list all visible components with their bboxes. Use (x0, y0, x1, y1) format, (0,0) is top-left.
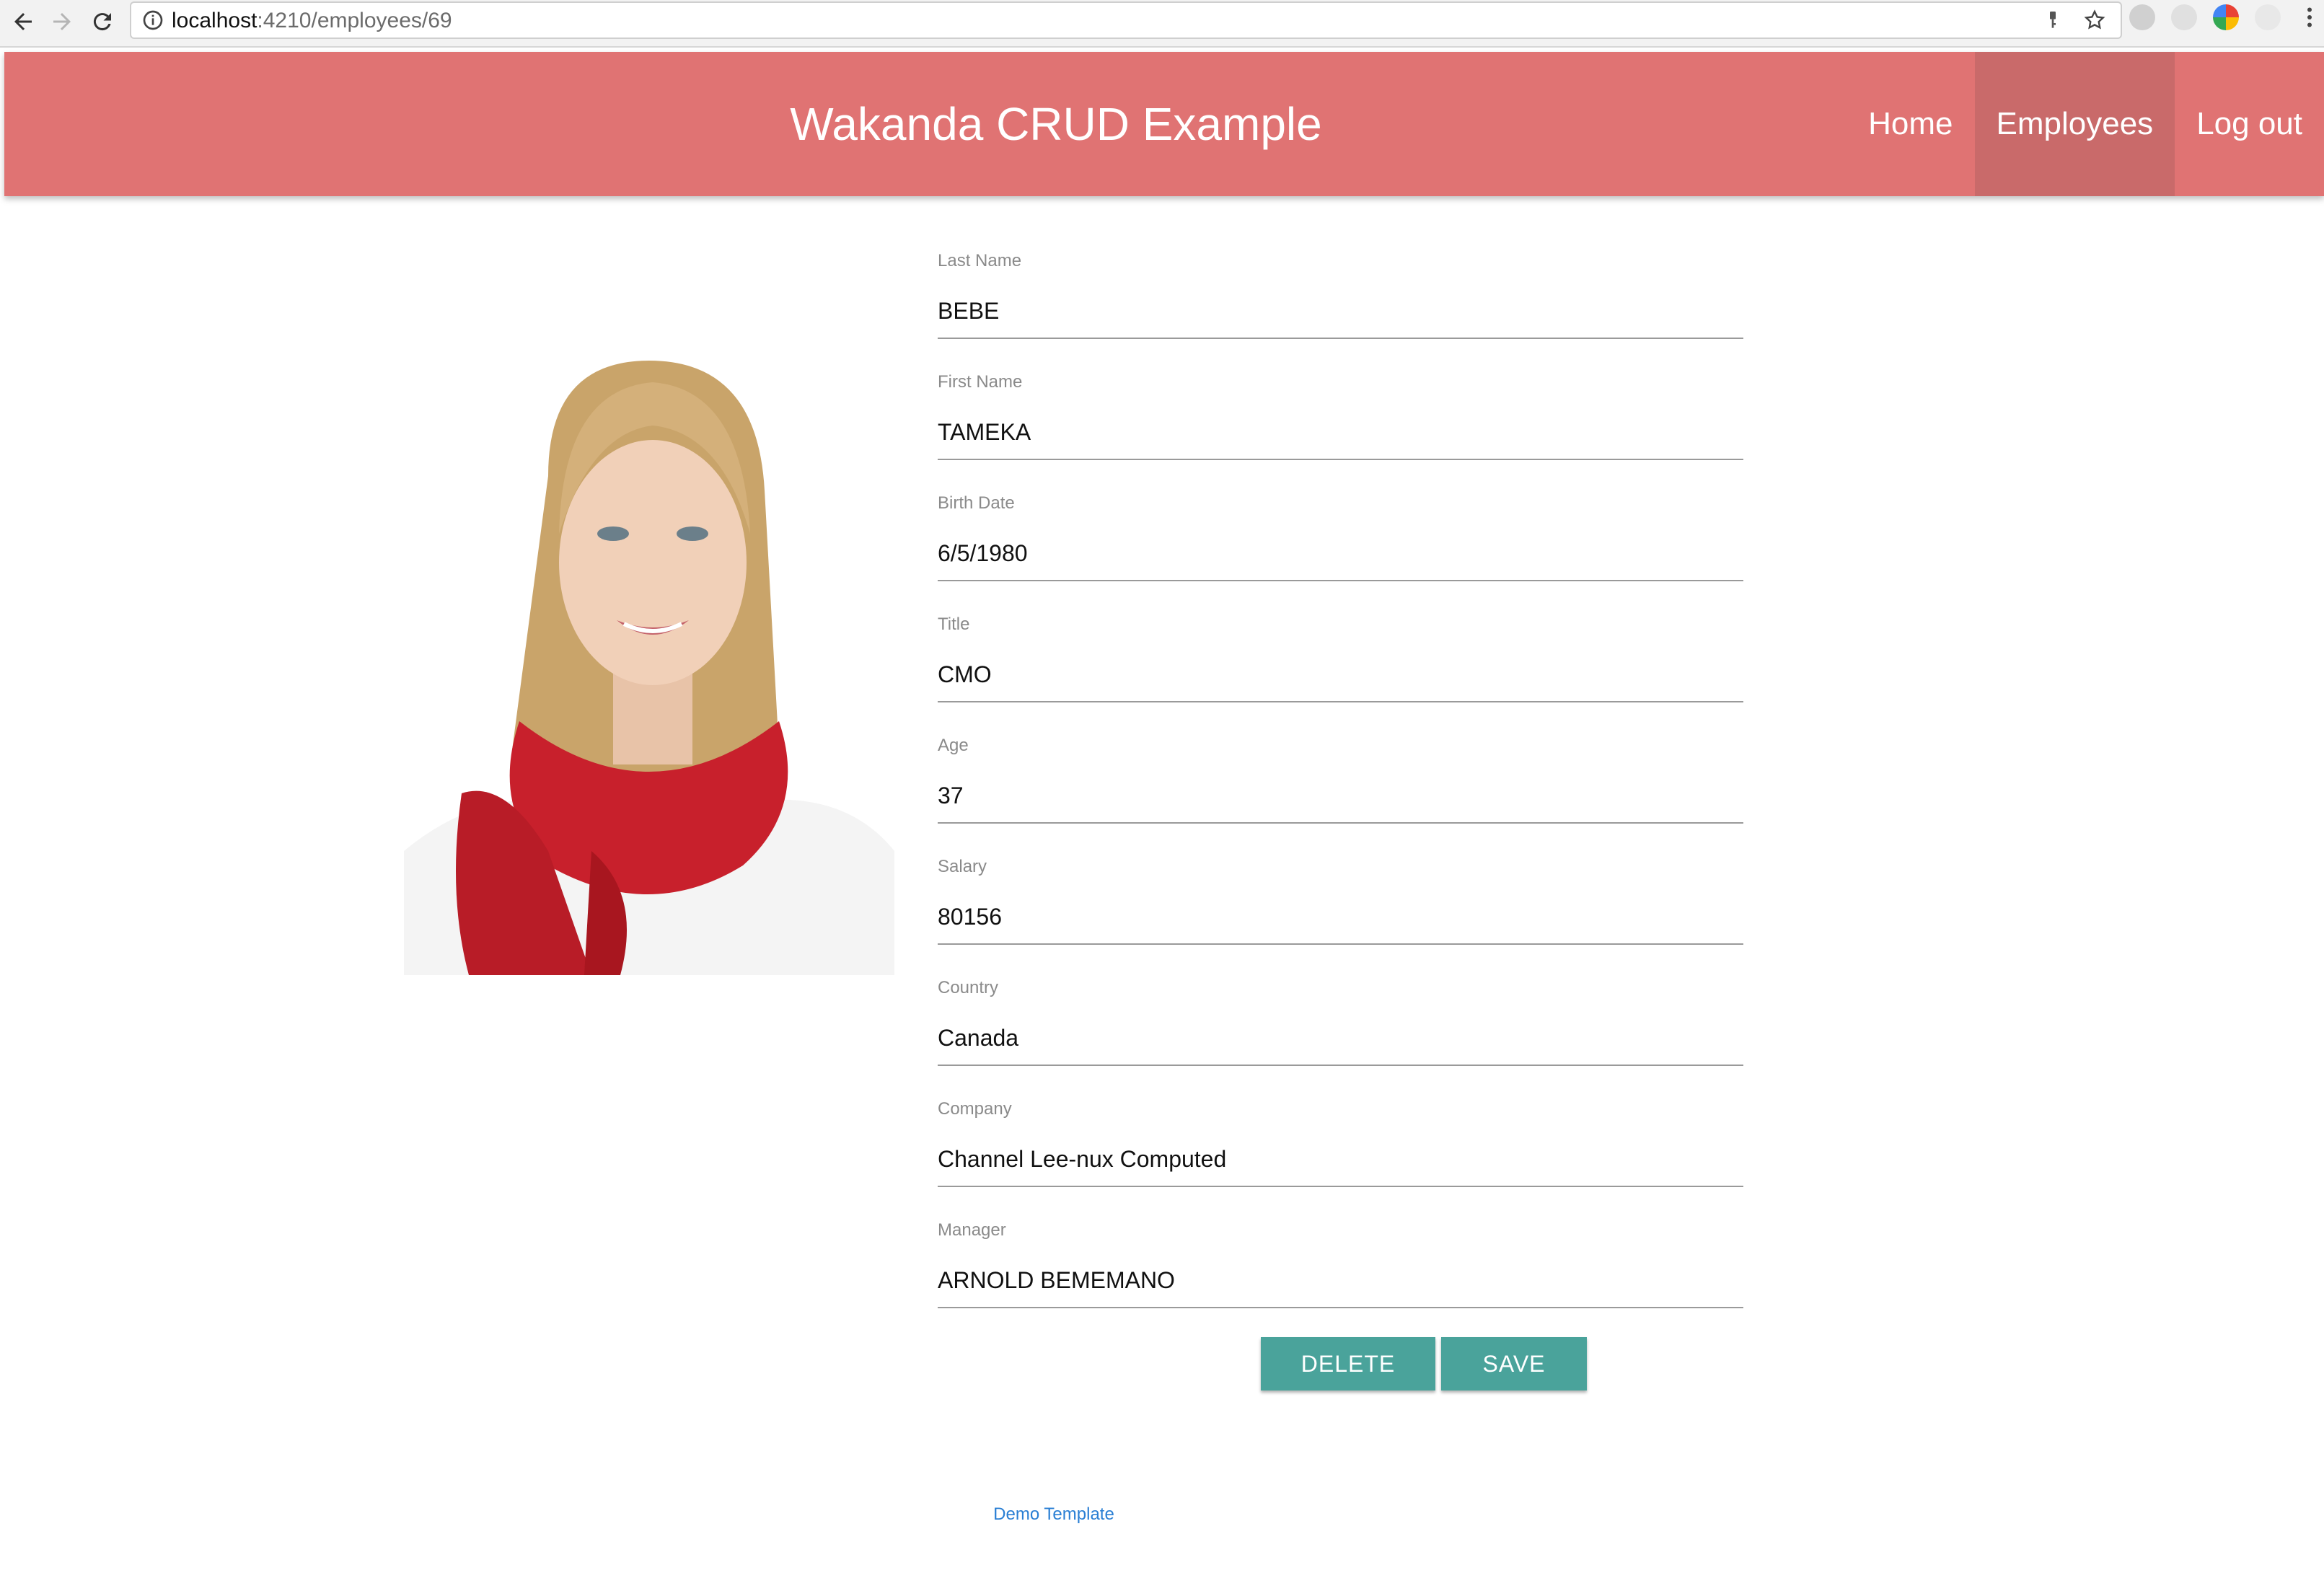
field-salary: Salary (938, 851, 1743, 972)
last-name-input[interactable] (938, 293, 1743, 329)
key-icon[interactable] (2041, 9, 2064, 32)
company-input[interactable] (938, 1141, 1743, 1177)
browser-toolbar: localhost:4210/employees/69 (0, 0, 2324, 48)
url-path: :4210/employees/69 (257, 9, 452, 32)
nav-home[interactable]: Home (1847, 52, 1974, 196)
employee-form: Last Name First Name Birth Date Title Ag… (938, 245, 1743, 1336)
back-arrow-icon (14, 13, 32, 30)
field-label: Manager (938, 1220, 1006, 1240)
field-manager: Manager (938, 1215, 1743, 1336)
field-label: Last Name (938, 251, 1022, 270)
extension-icon[interactable] (2171, 4, 2197, 30)
field-label: Salary (938, 857, 987, 876)
nav-employees[interactable]: Employees (1974, 52, 2175, 196)
field-label: Birth Date (938, 493, 1015, 513)
salary-input[interactable] (938, 899, 1743, 935)
field-underline (938, 1065, 1743, 1066)
field-label: Company (938, 1099, 1012, 1119)
field-label: Age (938, 736, 969, 755)
field-underline (938, 1186, 1743, 1187)
field-underline (938, 338, 1743, 339)
field-first-name: First Name (938, 366, 1743, 488)
extension-icon[interactable] (2255, 4, 2281, 30)
field-label: First Name (938, 372, 1023, 392)
field-underline (938, 701, 1743, 702)
title-input[interactable] (938, 656, 1743, 692)
field-company: Company (938, 1093, 1743, 1215)
extension-color-icon[interactable] (2213, 4, 2239, 30)
employee-photo (404, 346, 894, 975)
field-underline (938, 943, 1743, 945)
extension-icon[interactable] (2129, 4, 2155, 30)
main-nav: Home Employees Log out (1847, 52, 2324, 196)
birth-date-input[interactable] (938, 535, 1743, 571)
address-bar[interactable]: localhost:4210/employees/69 (130, 1, 2122, 39)
reload-button[interactable] (85, 4, 120, 39)
forward-arrow-icon (53, 13, 71, 30)
reload-icon (93, 13, 111, 31)
field-label: Country (938, 978, 999, 997)
field-last-name: Last Name (938, 245, 1743, 366)
forward-button[interactable] (45, 4, 79, 39)
field-underline (938, 1307, 1743, 1308)
country-input[interactable] (938, 1020, 1743, 1056)
demo-template-link[interactable]: Demo Template (0, 1504, 2216, 1525)
menu-dots-icon[interactable] (2297, 4, 2323, 30)
field-birth-date: Birth Date (938, 488, 1743, 609)
age-input[interactable] (938, 777, 1743, 814)
app-header: Wakanda CRUD Example Home Employees Log … (4, 52, 2324, 196)
delete-button[interactable]: DELETE (1261, 1337, 1435, 1391)
form-actions: DELETE SAVE (1261, 1337, 1587, 1391)
field-underline (938, 580, 1743, 581)
field-underline (938, 459, 1743, 460)
field-age: Age (938, 730, 1743, 851)
info-icon (143, 10, 163, 30)
field-country: Country (938, 972, 1743, 1093)
nav-log-out[interactable]: Log out (2175, 52, 2324, 196)
manager-input[interactable] (938, 1262, 1743, 1298)
url-text: localhost:4210/employees/69 (172, 9, 452, 33)
bookmark-star-icon[interactable] (2083, 9, 2106, 32)
first-name-input[interactable] (938, 414, 1743, 450)
back-button[interactable] (6, 4, 40, 39)
save-button[interactable]: SAVE (1441, 1337, 1587, 1391)
field-label: Title (938, 614, 970, 634)
field-underline (938, 822, 1743, 824)
url-host: localhost (172, 9, 258, 32)
field-title: Title (938, 609, 1743, 730)
